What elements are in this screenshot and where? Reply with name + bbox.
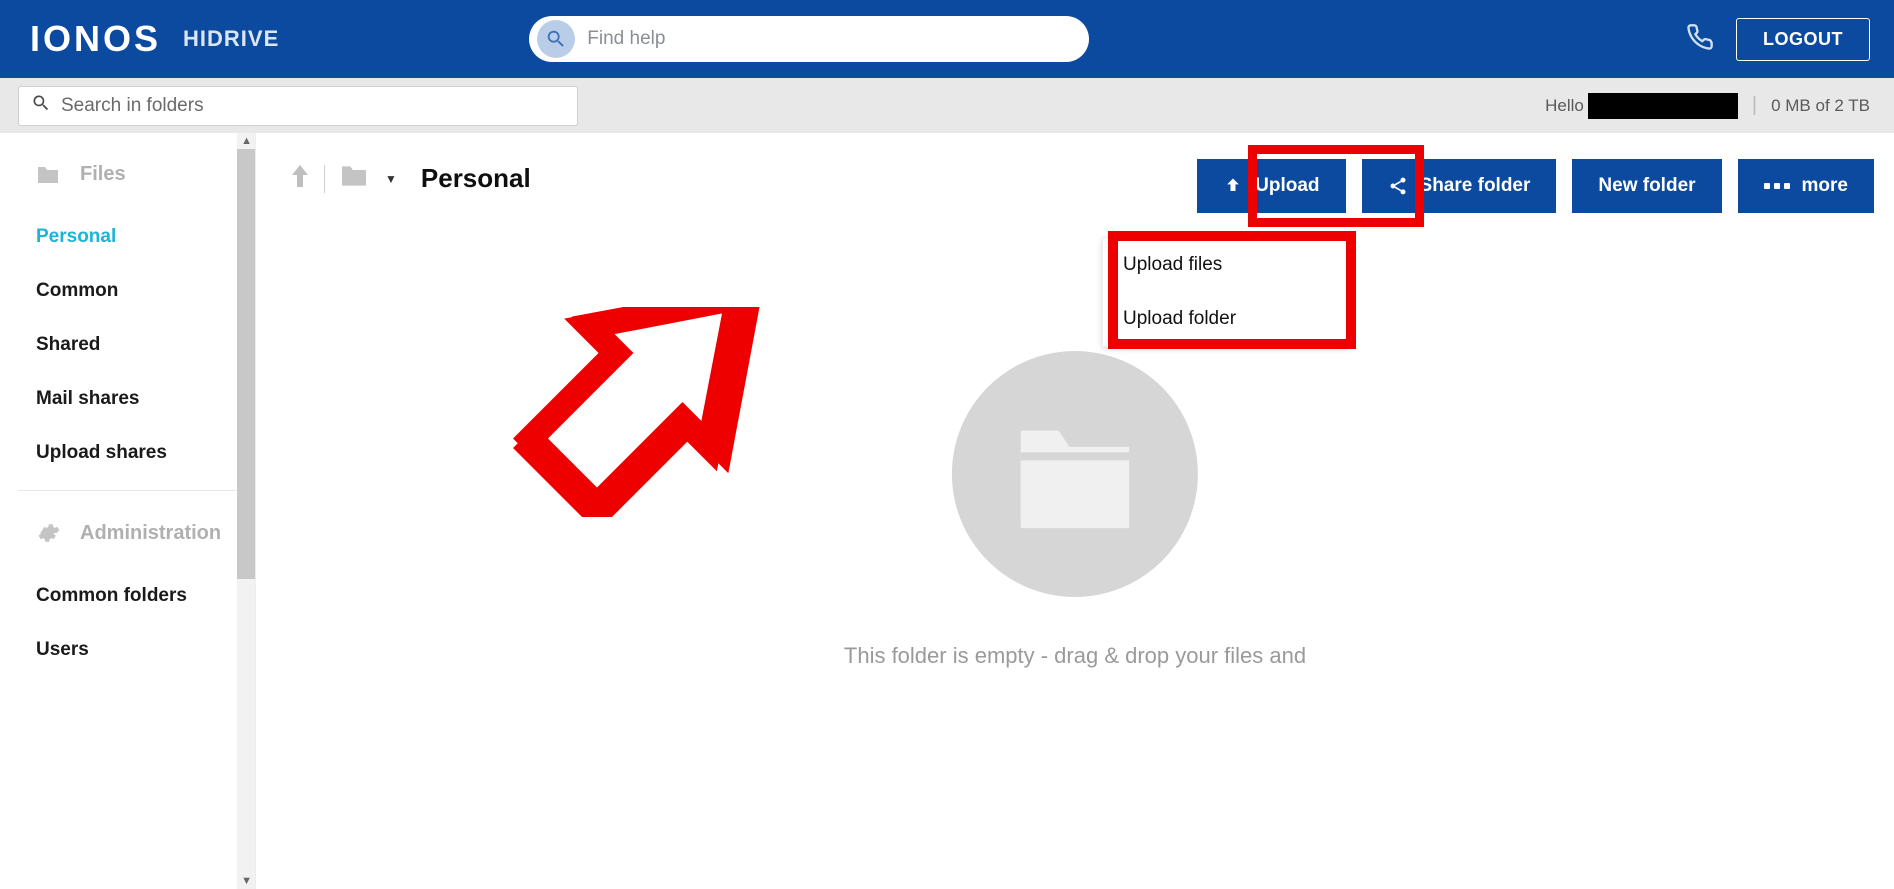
upload-icon bbox=[1223, 176, 1243, 196]
scrollbar-thumb[interactable] bbox=[237, 149, 255, 579]
folder-search[interactable] bbox=[18, 86, 578, 126]
empty-state-text: This folder is empty - drag & drop your … bbox=[844, 643, 1306, 669]
sidebar: ▲ ▼ Files Personal Common Shared Mail sh… bbox=[0, 133, 256, 889]
sidebar-item-personal[interactable]: Personal bbox=[0, 210, 255, 264]
scroll-down-icon[interactable]: ▼ bbox=[241, 875, 252, 887]
help-search[interactable] bbox=[529, 16, 1089, 62]
caret-down-icon[interactable]: ▼ bbox=[385, 172, 397, 186]
sidebar-item-common-folders[interactable]: Common folders bbox=[0, 569, 255, 623]
toolbar: Upload Share folder New folder more bbox=[1197, 159, 1874, 213]
search-icon bbox=[537, 20, 575, 58]
breadcrumb-separator bbox=[324, 165, 325, 193]
annotation-arrow bbox=[492, 307, 792, 522]
upload-button-label: Upload bbox=[1255, 175, 1319, 197]
upload-dropdown: Upload files Upload folder bbox=[1102, 237, 1350, 347]
empty-folder-icon bbox=[952, 351, 1198, 597]
sidebar-item-users[interactable]: Users bbox=[0, 623, 255, 677]
breadcrumb-title: Personal bbox=[421, 163, 531, 194]
help-search-input[interactable] bbox=[587, 28, 1081, 50]
empty-state: This folder is empty - drag & drop your … bbox=[844, 351, 1306, 669]
sidebar-item-shared[interactable]: Shared bbox=[0, 318, 255, 372]
more-button-label: more bbox=[1802, 175, 1848, 197]
upload-button[interactable]: Upload bbox=[1197, 159, 1345, 213]
storage-usage: 0 MB of 2 TB bbox=[1771, 96, 1870, 116]
header-right: LOGOUT bbox=[1686, 18, 1870, 61]
sidebar-item-mail-shares[interactable]: Mail shares bbox=[0, 372, 255, 426]
sub-header: Hello | 0 MB of 2 TB bbox=[0, 78, 1894, 133]
folder-search-input[interactable] bbox=[61, 95, 565, 117]
up-arrow-icon[interactable] bbox=[290, 163, 310, 194]
redacted-username bbox=[1588, 93, 1738, 119]
greeting-text: Hello bbox=[1545, 93, 1738, 119]
more-button[interactable]: more bbox=[1738, 159, 1874, 213]
main-layout: ▲ ▼ Files Personal Common Shared Mail sh… bbox=[0, 133, 1894, 889]
search-icon bbox=[31, 93, 51, 118]
phone-icon[interactable] bbox=[1686, 23, 1714, 56]
folder-icon[interactable] bbox=[339, 164, 369, 193]
more-icon bbox=[1764, 183, 1790, 189]
sidebar-section-label: Files bbox=[80, 163, 126, 186]
share-icon bbox=[1388, 176, 1408, 196]
upload-files-option[interactable]: Upload files bbox=[1103, 238, 1349, 292]
new-folder-button[interactable]: New folder bbox=[1572, 159, 1721, 213]
logout-button[interactable]: LOGOUT bbox=[1736, 18, 1870, 61]
product-name: HIDRIVE bbox=[183, 26, 279, 52]
upload-folder-option[interactable]: Upload folder bbox=[1103, 292, 1349, 346]
gear-icon bbox=[36, 521, 60, 545]
new-folder-label: New folder bbox=[1598, 175, 1695, 197]
separator: | bbox=[1752, 94, 1757, 117]
sidebar-section-label: Administration bbox=[80, 522, 221, 545]
sidebar-item-common[interactable]: Common bbox=[0, 264, 255, 318]
folder-icon bbox=[36, 165, 60, 185]
sidebar-section-files: Files bbox=[0, 133, 255, 210]
content-area: ▼ Personal Upload Share folder New folde… bbox=[256, 133, 1894, 889]
top-header: IONOS HIDRIVE LOGOUT bbox=[0, 0, 1894, 78]
share-folder-button[interactable]: Share folder bbox=[1362, 159, 1557, 213]
sidebar-item-upload-shares[interactable]: Upload shares bbox=[0, 426, 255, 480]
brand-logo: IONOS bbox=[30, 18, 161, 60]
scroll-up-icon[interactable]: ▲ bbox=[241, 135, 252, 147]
sidebar-section-admin: Administration bbox=[0, 491, 255, 569]
share-button-label: Share folder bbox=[1420, 175, 1531, 197]
